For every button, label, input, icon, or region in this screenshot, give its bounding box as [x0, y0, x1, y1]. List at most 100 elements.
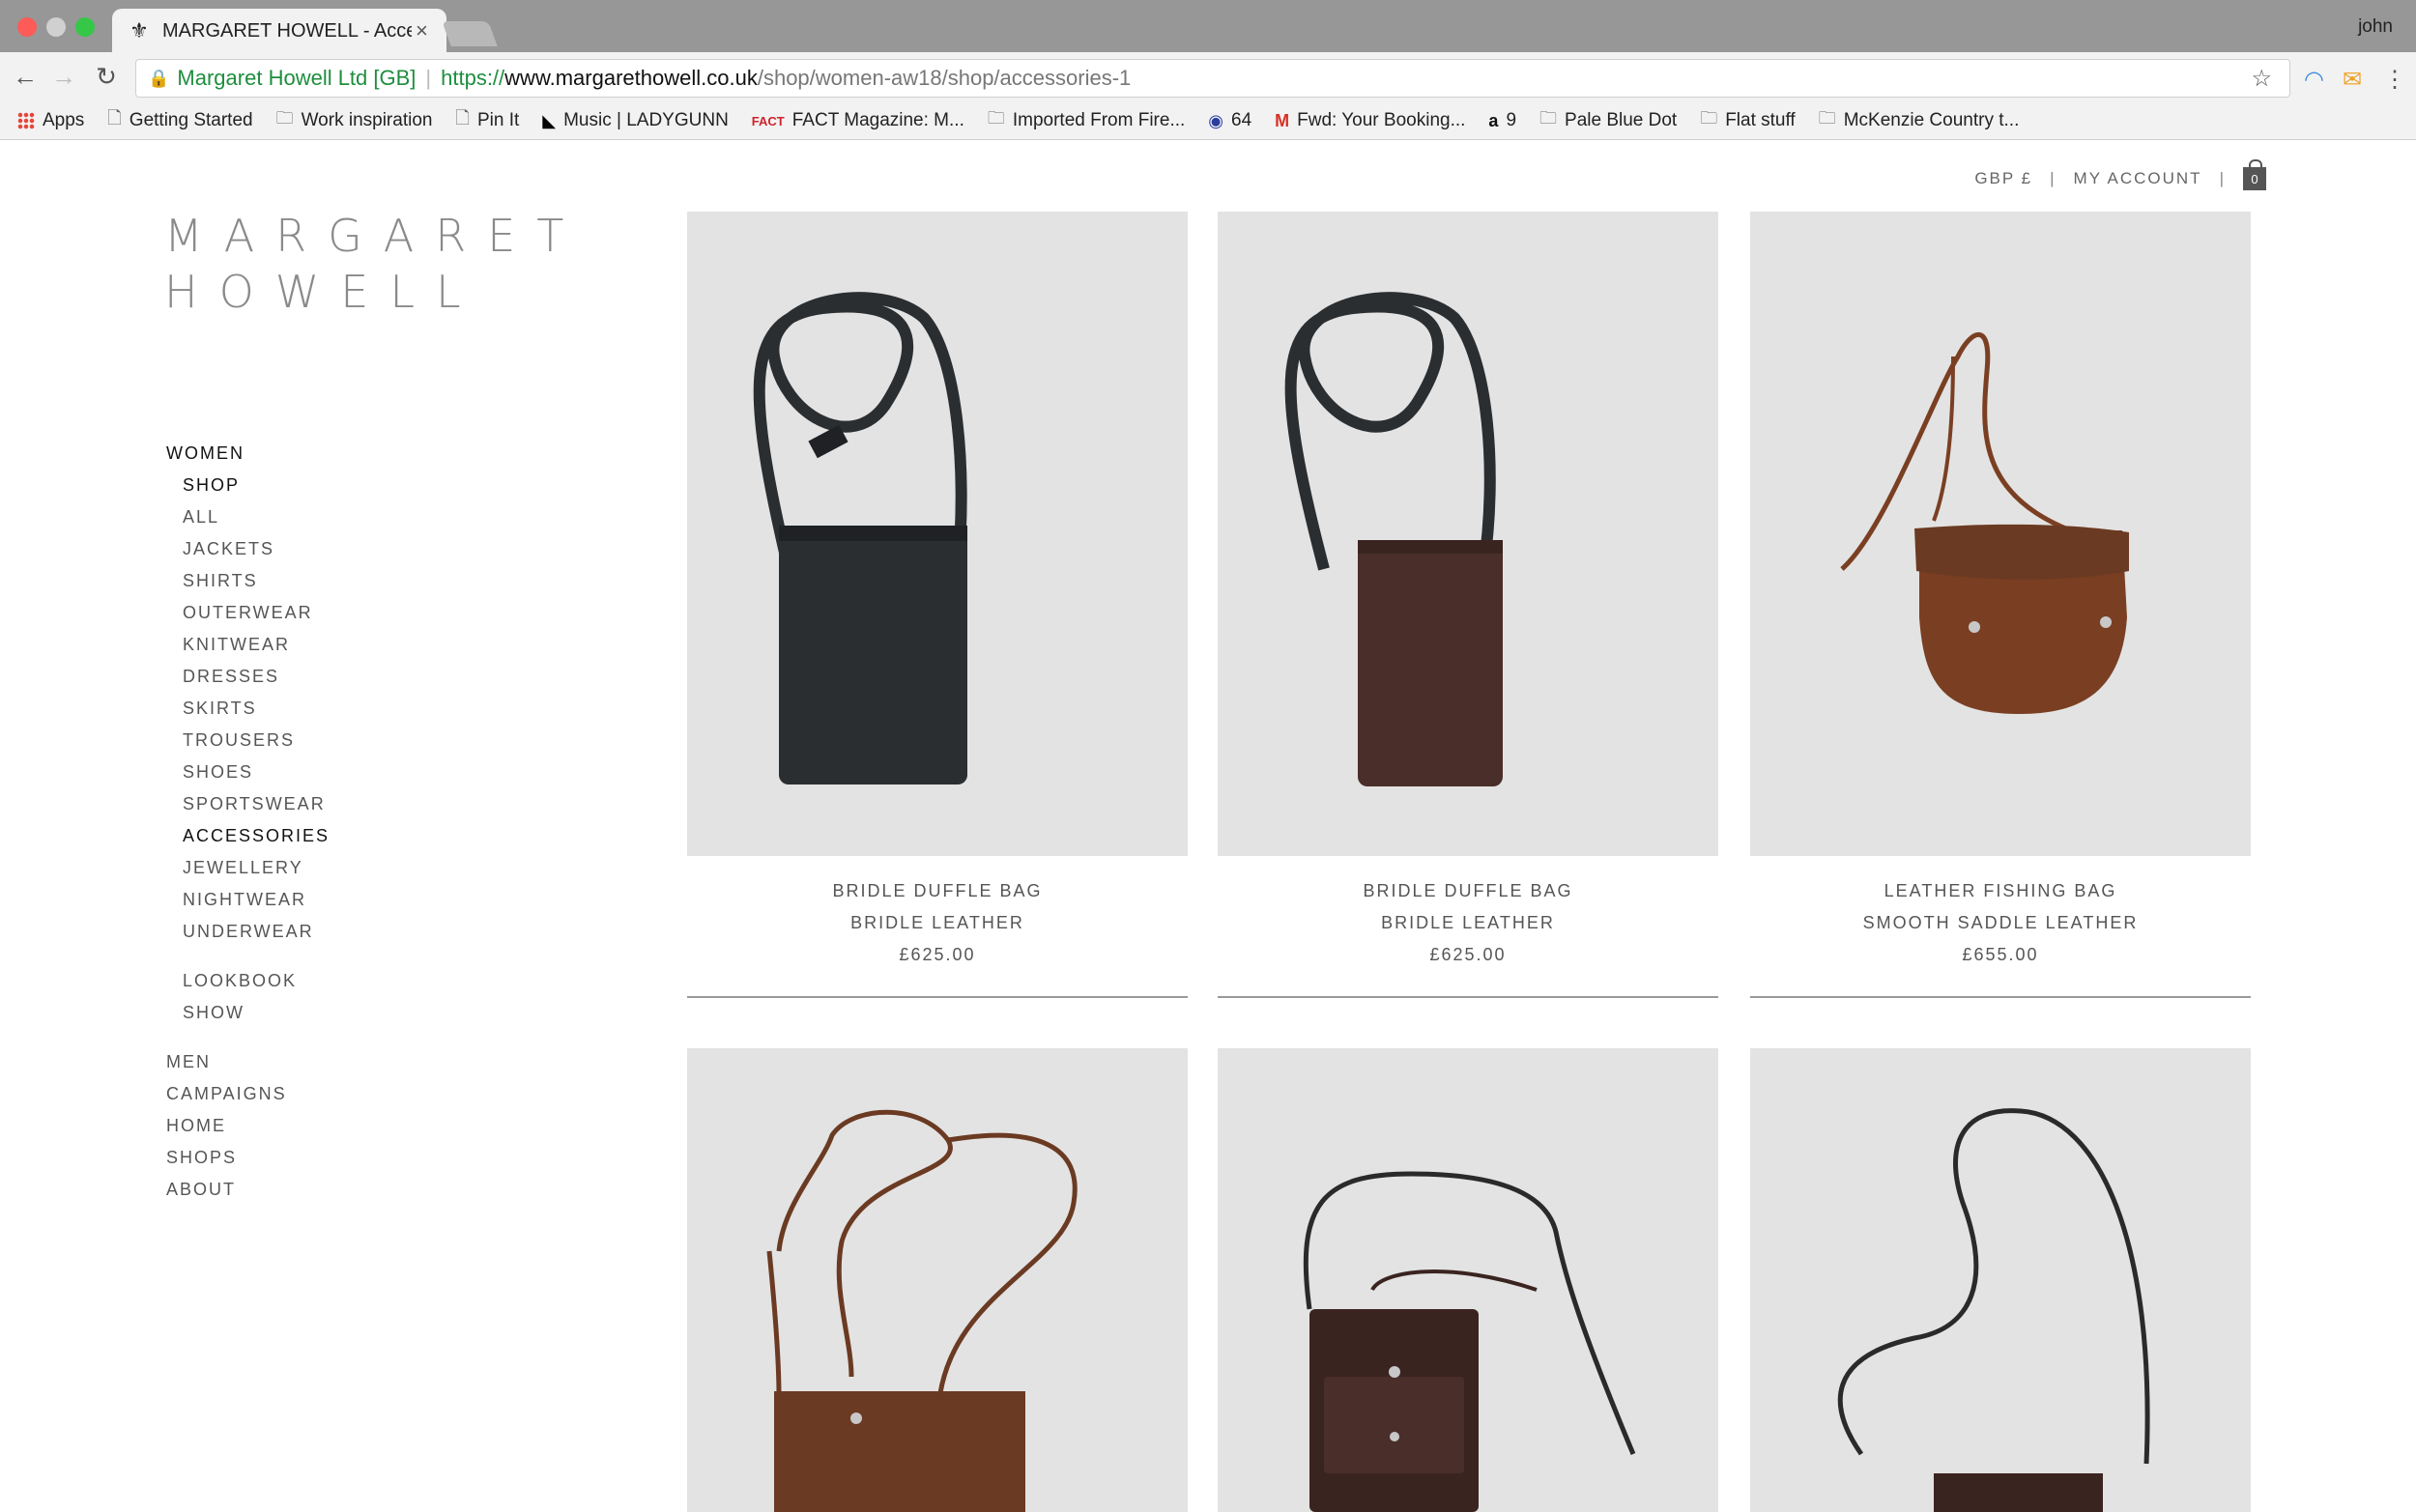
- product-card[interactable]: [1750, 1048, 2251, 1512]
- nav-category-all[interactable]: ALL: [166, 501, 330, 533]
- folder-icon: 🗀: [987, 108, 1005, 128]
- url-scheme: https://: [441, 66, 505, 90]
- window-titlebar: ⚜ MARGARET HOWELL - Accessories × john: [0, 0, 2416, 53]
- nav-category-knitwear[interactable]: KNITWEAR: [166, 629, 330, 661]
- new-tab-button[interactable]: [442, 21, 498, 46]
- bookmark-label: 9: [1506, 110, 1517, 130]
- nav-category-shoes[interactable]: SHOES: [166, 756, 330, 788]
- address-separator: |: [425, 66, 432, 90]
- nav-home[interactable]: HOME: [166, 1110, 330, 1142]
- product-name[interactable]: BRIDLE DUFFLE BAG: [687, 875, 1188, 907]
- ladygunn-icon: ◣: [542, 110, 557, 130]
- product-card[interactable]: LEATHER FISHING BAG SMOOTH SADDLE LEATHE…: [1750, 212, 2251, 998]
- product-card[interactable]: BRIDLE DUFFLE BAG BRIDLE LEATHER £625.00: [1218, 212, 1718, 998]
- nav-shop[interactable]: SHOP: [166, 470, 330, 501]
- my-account-link[interactable]: MY ACCOUNT: [2074, 169, 2202, 188]
- bookmark-64[interactable]: ◉ 64: [1208, 110, 1251, 131]
- nav-category-accessories[interactable]: ACCESSORIES: [166, 820, 330, 852]
- bookmark-pale-blue-dot[interactable]: 🗀 Pale Blue Dot: [1539, 106, 1677, 135]
- nav-category-shirts[interactable]: SHIRTS: [166, 565, 330, 597]
- menu-kebab-icon[interactable]: ⋮: [2383, 66, 2406, 94]
- product-image[interactable]: [1218, 212, 1718, 856]
- browser-toolbar: ← → ↻ 🔒 Margaret Howell Ltd [GB] | https…: [0, 52, 2416, 102]
- product-card[interactable]: BRIDLE DUFFLE BAG BRIDLE LEATHER £625.00: [687, 212, 1188, 998]
- nav-show[interactable]: SHOW: [166, 997, 330, 1029]
- nav-lookbook[interactable]: LOOKBOOK: [166, 965, 330, 997]
- nav-women[interactable]: WOMEN: [166, 438, 330, 470]
- bookmark-apps[interactable]: Apps: [17, 110, 84, 131]
- bookmark-imported[interactable]: 🗀 Imported From Fire...: [988, 106, 1185, 135]
- nav-category-trousers[interactable]: TROUSERS: [166, 725, 330, 756]
- bookmark-fact-magazine[interactable]: FACT FACT Magazine: M...: [752, 110, 964, 131]
- back-arrow-icon[interactable]: ←: [10, 62, 41, 92]
- product-name[interactable]: LEATHER FISHING BAG: [1750, 875, 2251, 907]
- product-card[interactable]: [687, 1048, 1188, 1512]
- product-name[interactable]: BRIDLE DUFFLE BAG: [1218, 875, 1718, 907]
- bookmark-star-icon[interactable]: ☆: [2251, 65, 2272, 93]
- product-image[interactable]: [1750, 212, 2251, 856]
- bucket-bag-image-icon: [1284, 292, 1503, 786]
- rainbow-extension-icon[interactable]: ◠: [2304, 66, 2324, 94]
- bookmark-fwd-booking[interactable]: M Fwd: Your Booking...: [1275, 110, 1465, 131]
- bookmark-mckenzie[interactable]: 🗀 McKenzie Country t...: [1819, 106, 2020, 135]
- shoulder-bag-image-icon: [1837, 1108, 2150, 1512]
- close-window-button[interactable]: [17, 17, 37, 37]
- bookmark-label: Imported From Fire...: [1012, 110, 1186, 130]
- bucket-bag-image-icon: [753, 292, 967, 785]
- circle-logo-icon: ◉: [1208, 110, 1223, 130]
- divider: |: [2219, 169, 2226, 187]
- product-image[interactable]: [687, 212, 1188, 856]
- bookmark-getting-started[interactable]: 🗋 Getting Started: [107, 106, 252, 135]
- shopping-bag-icon[interactable]: 0: [2243, 159, 2266, 190]
- minimize-window-button[interactable]: [46, 17, 66, 37]
- bookmark-pin-it[interactable]: 🗋 Pin It: [455, 106, 519, 135]
- bookmark-label: Flat stuff: [1725, 110, 1796, 130]
- product-price: £625.00: [899, 945, 976, 964]
- nav-category-skirts[interactable]: SKIRTS: [166, 693, 330, 725]
- bookmark-label: Pale Blue Dot: [1565, 110, 1678, 130]
- page-icon: 🗋: [107, 108, 122, 128]
- address-bar[interactable]: 🔒 Margaret Howell Ltd [GB] | https://www…: [135, 59, 2290, 98]
- mail-extension-icon[interactable]: ✉: [2343, 66, 2362, 94]
- nav-category-sportswear[interactable]: SPORTSWEAR: [166, 788, 330, 820]
- nav-category-dresses[interactable]: DRESSES: [166, 661, 330, 693]
- product-image[interactable]: [1750, 1048, 2251, 1512]
- product-image[interactable]: [1218, 1048, 1718, 1512]
- maximize-window-button[interactable]: [75, 17, 95, 37]
- bookmark-label: Getting Started: [129, 110, 253, 130]
- site-logo[interactable]: MARGARET HOWELL: [164, 208, 585, 320]
- nav-category-nightwear[interactable]: NIGHTWEAR: [166, 884, 330, 916]
- forward-arrow-icon[interactable]: →: [48, 62, 79, 92]
- bookmark-work-inspiration[interactable]: 🗀 Work inspiration: [276, 106, 433, 135]
- product-divider: [1750, 996, 2251, 998]
- page-icon: 🗋: [455, 108, 470, 128]
- currency-selector[interactable]: GBP £: [1974, 169, 2032, 188]
- nav-shops[interactable]: SHOPS: [166, 1142, 330, 1174]
- nav-campaigns[interactable]: CAMPAIGNS: [166, 1078, 330, 1110]
- product-image[interactable]: [687, 1048, 1188, 1512]
- bookmark-amazon[interactable]: a9: [1488, 110, 1516, 131]
- profile-name[interactable]: john: [2358, 16, 2393, 38]
- bookmark-label: Fwd: Your Booking...: [1297, 110, 1466, 130]
- close-tab-icon[interactable]: ×: [416, 18, 428, 43]
- browser-tab-active[interactable]: ⚜ MARGARET HOWELL - Accessories ×: [112, 9, 446, 53]
- logo-line-2: HOWELL: [164, 266, 482, 318]
- product-material: BRIDLE LEATHER: [1381, 913, 1555, 932]
- nav-men[interactable]: MEN: [166, 1046, 330, 1078]
- nav-about[interactable]: ABOUT: [166, 1174, 330, 1206]
- nav-category-jackets[interactable]: JACKETS: [166, 533, 330, 565]
- url-path: /shop/women-aw18/shop/accessories-1: [757, 66, 1132, 90]
- bookmark-flat-stuff[interactable]: 🗀 Flat stuff: [1700, 106, 1796, 135]
- nav-category-underwear[interactable]: UNDERWEAR: [166, 916, 330, 948]
- product-price: £655.00: [1962, 945, 2039, 964]
- nav-category-outerwear[interactable]: OUTERWEAR: [166, 597, 330, 629]
- nav-category-jewellery[interactable]: JEWELLERY: [166, 852, 330, 884]
- reload-icon[interactable]: ↻: [91, 62, 122, 92]
- product-card[interactable]: [1218, 1048, 1718, 1512]
- product-material: BRIDLE LEATHER: [850, 913, 1024, 932]
- sidebar-nav: WOMEN SHOP ALL JACKETS SHIRTS OUTERWEAR …: [166, 438, 330, 1206]
- pocket-bag-image-icon: [1303, 1171, 1636, 1512]
- bookmark-ladygunn[interactable]: ◣ Music | LADYGUNN: [542, 110, 729, 131]
